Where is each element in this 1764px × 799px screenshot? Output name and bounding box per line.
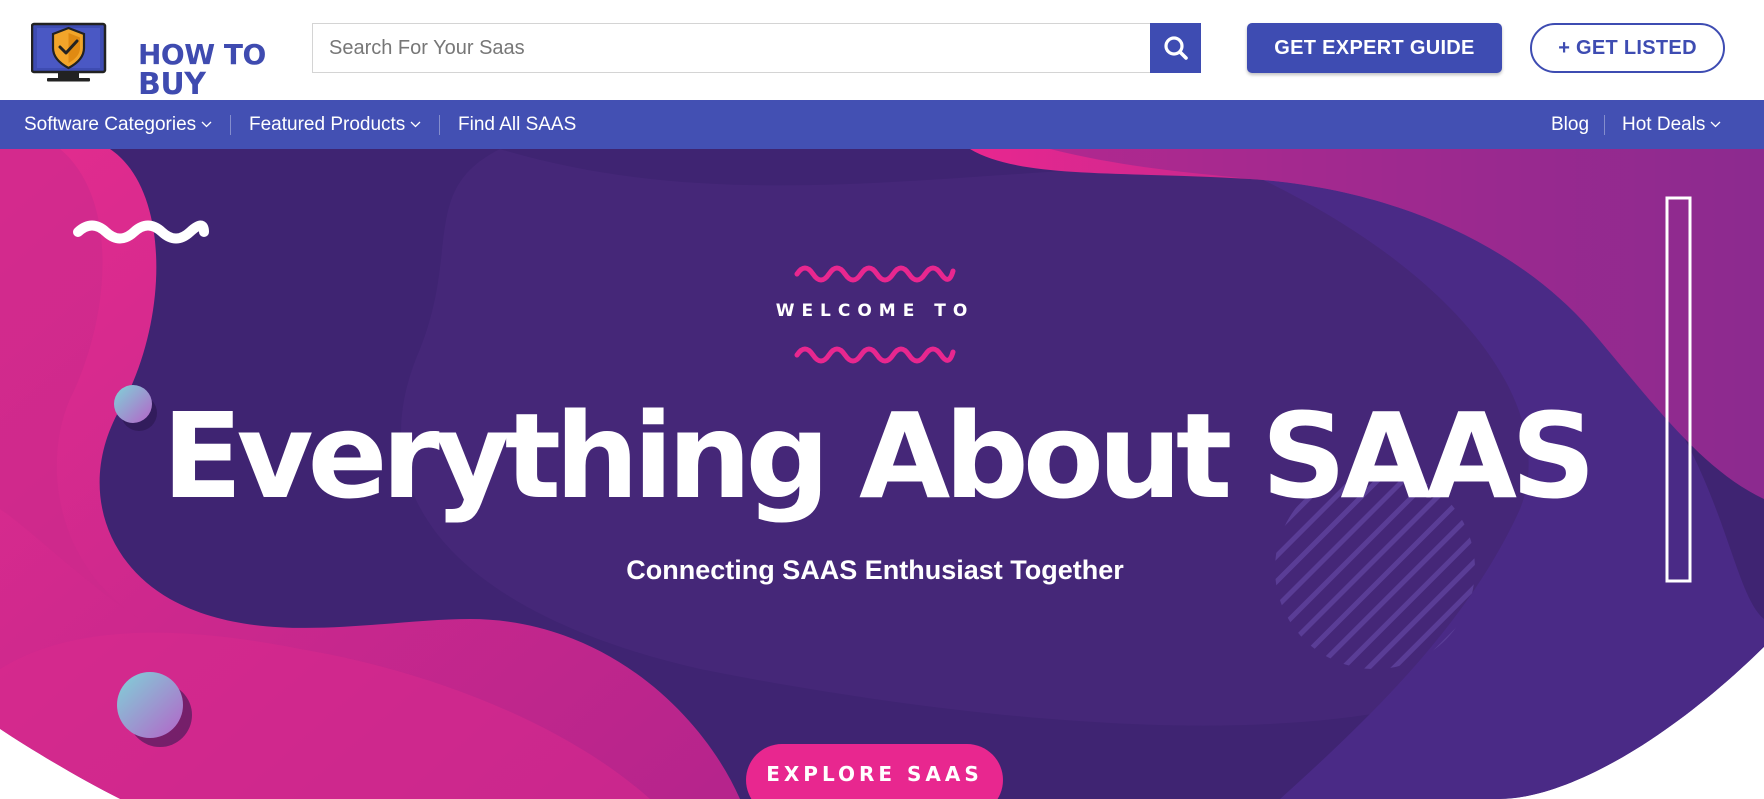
search-button[interactable] (1150, 23, 1201, 73)
nav-divider (1604, 115, 1605, 135)
search-bar (312, 23, 1201, 73)
nav-item-hot-deals[interactable]: Hot Deals (1622, 100, 1721, 149)
nav-item-find-all-saas[interactable]: Find All SAAS (458, 100, 576, 149)
hero-section: WELCOME TO Everything About SAAS Connect… (0, 149, 1764, 799)
nav-item-software-categories[interactable]: Software Categories (24, 100, 212, 149)
get-expert-guide-button[interactable]: GET EXPERT GUIDE (1247, 23, 1502, 73)
explore-saas-button[interactable]: EXPLORE SAAS (746, 744, 1003, 799)
chevron-down-icon (1710, 98, 1721, 147)
nav-item-featured-products[interactable]: Featured Products (249, 100, 421, 149)
hero-title: Everything About SAAS (161, 387, 1596, 525)
site-header: HOW TO BUY SAAS GET EXPERT GUIDE + GET L… (0, 0, 1764, 130)
nav-item-label: Blog (1551, 114, 1590, 135)
hero-subtitle: Connecting SAAS Enthusiast Together (626, 555, 1124, 585)
search-icon (1164, 36, 1188, 60)
search-input[interactable] (312, 23, 1150, 73)
site-logo[interactable]: HOW TO BUY SAAS (31, 22, 276, 130)
hero-eyebrow: WELCOME TO (775, 301, 975, 321)
logo-line-1: HOW TO (138, 38, 266, 71)
nav-item-label: Software Categories (24, 114, 197, 135)
get-listed-button[interactable]: + GET LISTED (1530, 23, 1725, 73)
chevron-down-icon (410, 98, 421, 147)
nav-item-label: Find All SAAS (458, 114, 577, 135)
monitor-shield-icon (31, 22, 107, 82)
chevron-down-icon (201, 98, 212, 147)
nav-divider (439, 115, 440, 135)
main-nav: Software Categories Featured Products Fi… (0, 100, 1764, 149)
nav-item-label: Featured Products (249, 114, 406, 135)
nav-item-label: Hot Deals (1622, 114, 1706, 135)
nav-divider (230, 115, 231, 135)
nav-item-blog[interactable]: Blog (1551, 100, 1589, 149)
